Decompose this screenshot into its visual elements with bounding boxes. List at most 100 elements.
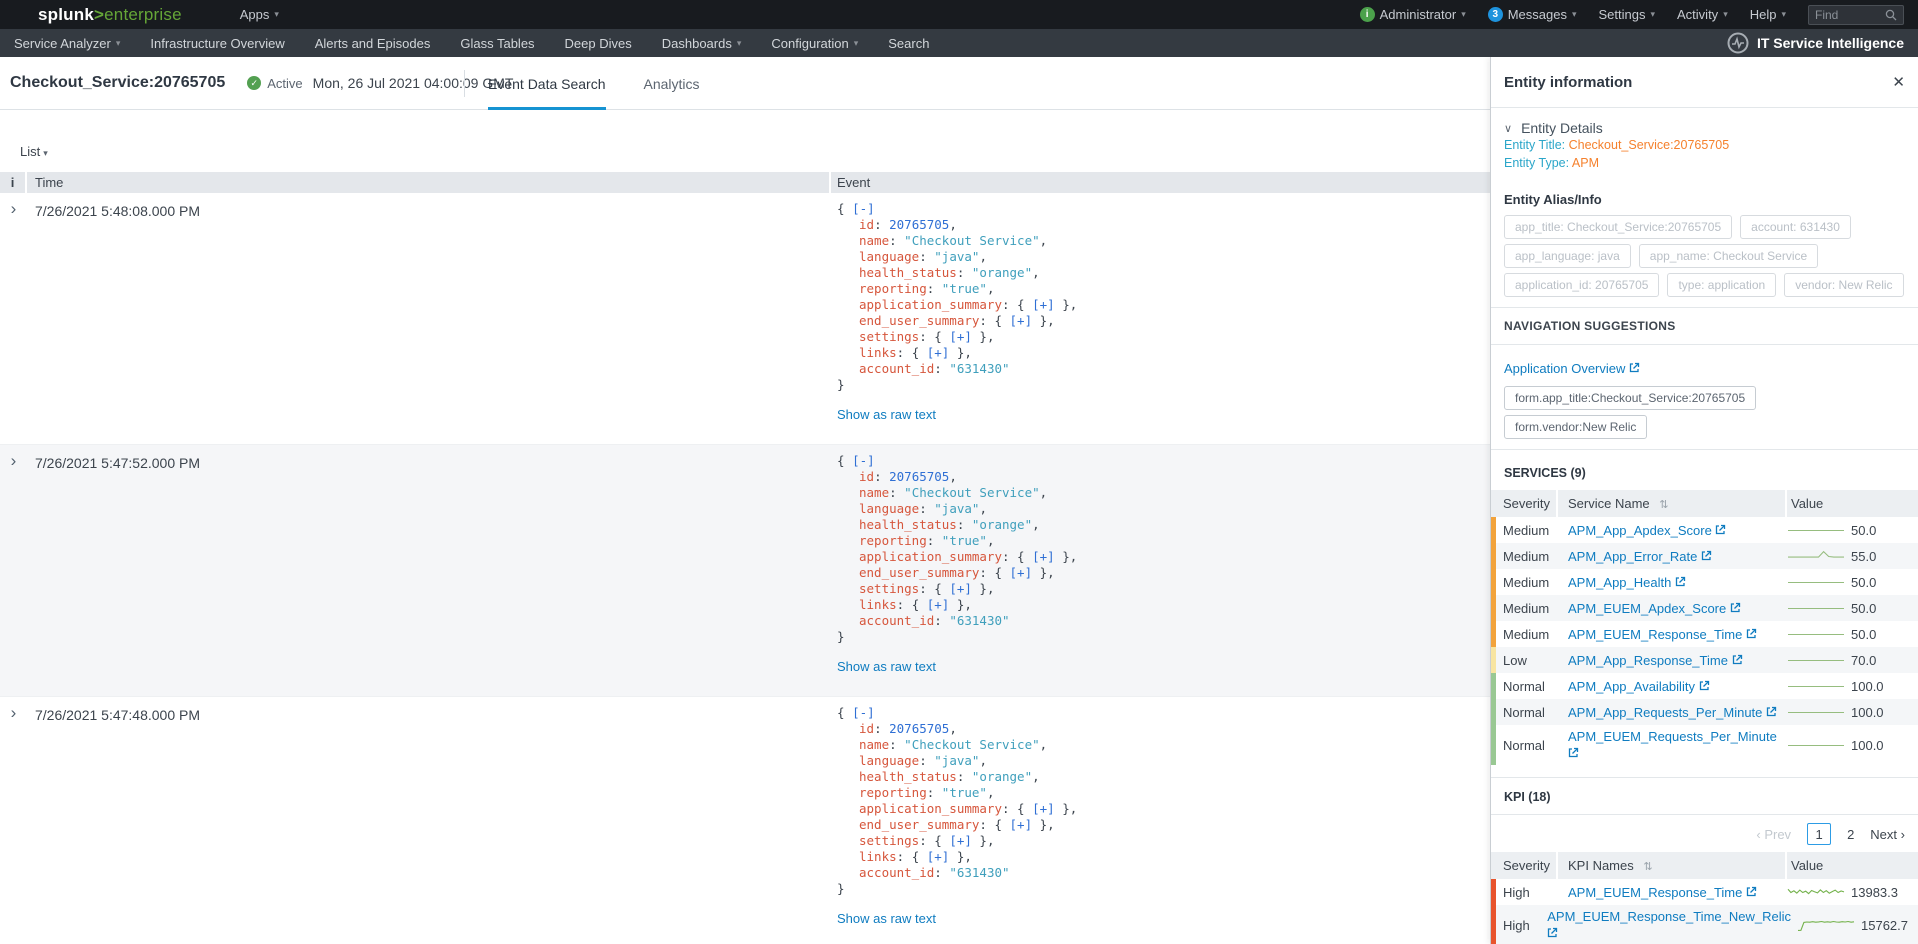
json-toggle[interactable]: [+] <box>1032 801 1055 816</box>
entity-details-toggle[interactable]: ∨ Entity Details <box>1504 120 1905 136</box>
expand-chevron-icon[interactable]: › <box>11 706 17 720</box>
nav-deep-dives[interactable]: Deep Dives <box>550 36 647 51</box>
json-value: "631430" <box>949 865 1009 880</box>
json-value: }, <box>949 849 972 864</box>
messages-menu[interactable]: 3 Messages ▾ <box>1488 7 1577 22</box>
json-toggle[interactable]: [+] <box>949 833 972 848</box>
tab-analytics[interactable]: Analytics <box>644 57 700 110</box>
json-toggle[interactable]: [+] <box>1010 565 1033 580</box>
splunk-logo[interactable]: splunk>enterprise <box>38 5 182 25</box>
severity-label: Medium <box>1491 575 1558 590</box>
json-key: end_user_summary <box>859 817 979 832</box>
json-value: } <box>837 377 845 392</box>
service-name-link[interactable]: APM_App_Health <box>1568 575 1686 590</box>
json-value: "java" <box>934 753 979 768</box>
event-row: ›7/26/2021 5:47:52.000 PM{ [-]id: 207657… <box>0 445 1490 697</box>
service-name-link[interactable]: APM_EUEM_Requests_Per_Minute <box>1568 729 1777 761</box>
json-line: } <box>837 881 1490 897</box>
nav-service-analyzer[interactable]: Service Analyzer ▾ <box>0 36 135 51</box>
find-search-input[interactable]: Find <box>1808 5 1904 25</box>
service-name-link[interactable]: APM_EUEM_Response_Time <box>1568 627 1757 642</box>
event-rows: ›7/26/2021 5:48:08.000 PM{ [-]id: 207657… <box>0 193 1490 944</box>
column-header-time[interactable]: Time <box>27 172 831 193</box>
pagination-page-2[interactable]: 2 <box>1847 827 1854 842</box>
service-name-link[interactable]: APM_App_Requests_Per_Minute <box>1568 705 1777 720</box>
service-name-link[interactable]: APM_App_Availability <box>1568 679 1710 694</box>
administrator-menu[interactable]: i Administrator ▾ <box>1360 7 1466 22</box>
show-as-raw-text-link[interactable]: Show as raw text <box>837 659 936 674</box>
json-toggle[interactable]: [+] <box>927 849 950 864</box>
itsi-logo-icon <box>1727 32 1749 54</box>
json-toggle[interactable]: [+] <box>927 597 950 612</box>
chevron-down-icon: ▾ <box>737 38 742 49</box>
severity-label: Low <box>1491 653 1558 668</box>
service-name-link[interactable]: APM_App_Error_Rate <box>1568 549 1712 564</box>
json-line: end_user_summary: { [+] }, <box>837 817 1490 833</box>
json-line: health_status: "orange", <box>837 517 1490 533</box>
kpi-col-names[interactable]: KPI Names ⇅ <box>1558 852 1787 879</box>
service-name-link[interactable]: APM_App_Response_Time <box>1568 653 1743 668</box>
json-key: name <box>859 485 889 500</box>
expand-chevron-icon[interactable]: › <box>11 202 17 216</box>
json-toggle[interactable]: [+] <box>1032 297 1055 312</box>
close-icon[interactable]: ✕ <box>1892 73 1905 91</box>
application-overview-link[interactable]: Application Overview <box>1504 361 1640 376</box>
navigation-pill: form.app_title:Checkout_Service:20765705 <box>1504 386 1756 410</box>
json-line: end_user_summary: { [+] }, <box>837 565 1490 581</box>
json-toggle[interactable]: [+] <box>1010 313 1033 328</box>
json-line: account_id: "631430" <box>837 361 1490 377</box>
help-menu[interactable]: Help ▾ <box>1750 7 1786 22</box>
activity-menu[interactable]: Activity ▾ <box>1677 7 1728 22</box>
settings-menu[interactable]: Settings ▾ <box>1599 7 1656 22</box>
nav-configuration[interactable]: Configuration ▾ <box>756 36 873 51</box>
json-value: , <box>1032 265 1040 280</box>
pagination-page-1[interactable]: 1 <box>1807 823 1831 845</box>
kpi-col-severity[interactable]: Severity ▾ <box>1491 852 1558 879</box>
show-as-raw-text-link[interactable]: Show as raw text <box>837 407 936 422</box>
json-value: : { <box>979 817 1009 832</box>
nav-search[interactable]: Search <box>873 36 944 51</box>
json-toggle[interactable]: [+] <box>1010 817 1033 832</box>
json-toggle[interactable]: [-] <box>852 201 875 216</box>
json-key: health_status <box>859 517 957 532</box>
pagination-prev[interactable]: ‹ Prev <box>1756 827 1791 842</box>
expand-chevron-icon[interactable]: › <box>11 454 17 468</box>
json-toggle[interactable]: [+] <box>927 345 950 360</box>
json-value: "631430" <box>949 361 1009 376</box>
tab-event-data-search[interactable]: Event Data Search <box>488 57 606 110</box>
json-toggle[interactable]: [+] <box>949 581 972 596</box>
list-format-dropdown[interactable]: List▾ <box>20 144 48 159</box>
service-name-link[interactable]: APM_App_Apdex_Score <box>1568 523 1726 538</box>
nav-alerts-and-episodes[interactable]: Alerts and Episodes <box>300 36 446 51</box>
alias-pill: application_id: 20765705 <box>1504 273 1659 297</box>
nav-glass-tables[interactable]: Glass Tables <box>445 36 549 51</box>
service-name-link[interactable]: APM_EUEM_Apdex_Score <box>1568 601 1741 616</box>
json-toggle[interactable]: [-] <box>852 705 875 720</box>
nav-dashboards[interactable]: Dashboards ▾ <box>647 36 757 51</box>
event-table: i Time Event ›7/26/2021 5:48:08.000 PM{ … <box>0 172 1490 944</box>
json-value: : <box>927 785 942 800</box>
json-toggle[interactable]: [-] <box>852 453 875 468</box>
json-value: } <box>837 881 845 896</box>
kpi-name-link[interactable]: APM_EUEM_Response_Time_New_Relic <box>1547 909 1791 941</box>
services-col-severity[interactable]: Severity ▾ <box>1491 490 1558 517</box>
json-value: }, <box>1055 297 1078 312</box>
kpi-name-link[interactable]: APM_EUEM_Response_Time <box>1568 885 1757 900</box>
json-toggle[interactable]: [+] <box>949 329 972 344</box>
kpi-rows: HighAPM_EUEM_Response_Time 13983.3HighAP… <box>1491 879 1918 944</box>
json-value: { <box>837 201 852 216</box>
json-key: name <box>859 737 889 752</box>
sparkline-chart <box>1787 627 1845 641</box>
service-row: NormalAPM_EUEM_Requests_Per_Minute 100.0 <box>1491 725 1918 765</box>
json-toggle[interactable]: [+] <box>1032 549 1055 564</box>
user-status-icon: i <box>1360 7 1375 22</box>
external-link-icon <box>1629 362 1640 373</box>
services-col-name[interactable]: Service Name ⇅ <box>1558 490 1787 517</box>
event-json-block: { [-]id: 20765705,name: "Checkout Servic… <box>837 705 1490 897</box>
name-cell: APM_EUEM_Response_Time_New_Relic <box>1537 908 1797 942</box>
apps-menu[interactable]: Apps ▾ <box>240 7 279 22</box>
service-row: MediumAPM_App_Health 50.0 <box>1491 569 1918 595</box>
pagination-next[interactable]: Next › <box>1870 827 1905 842</box>
nav-infrastructure-overview[interactable]: Infrastructure Overview <box>135 36 299 51</box>
show-as-raw-text-link[interactable]: Show as raw text <box>837 911 936 926</box>
